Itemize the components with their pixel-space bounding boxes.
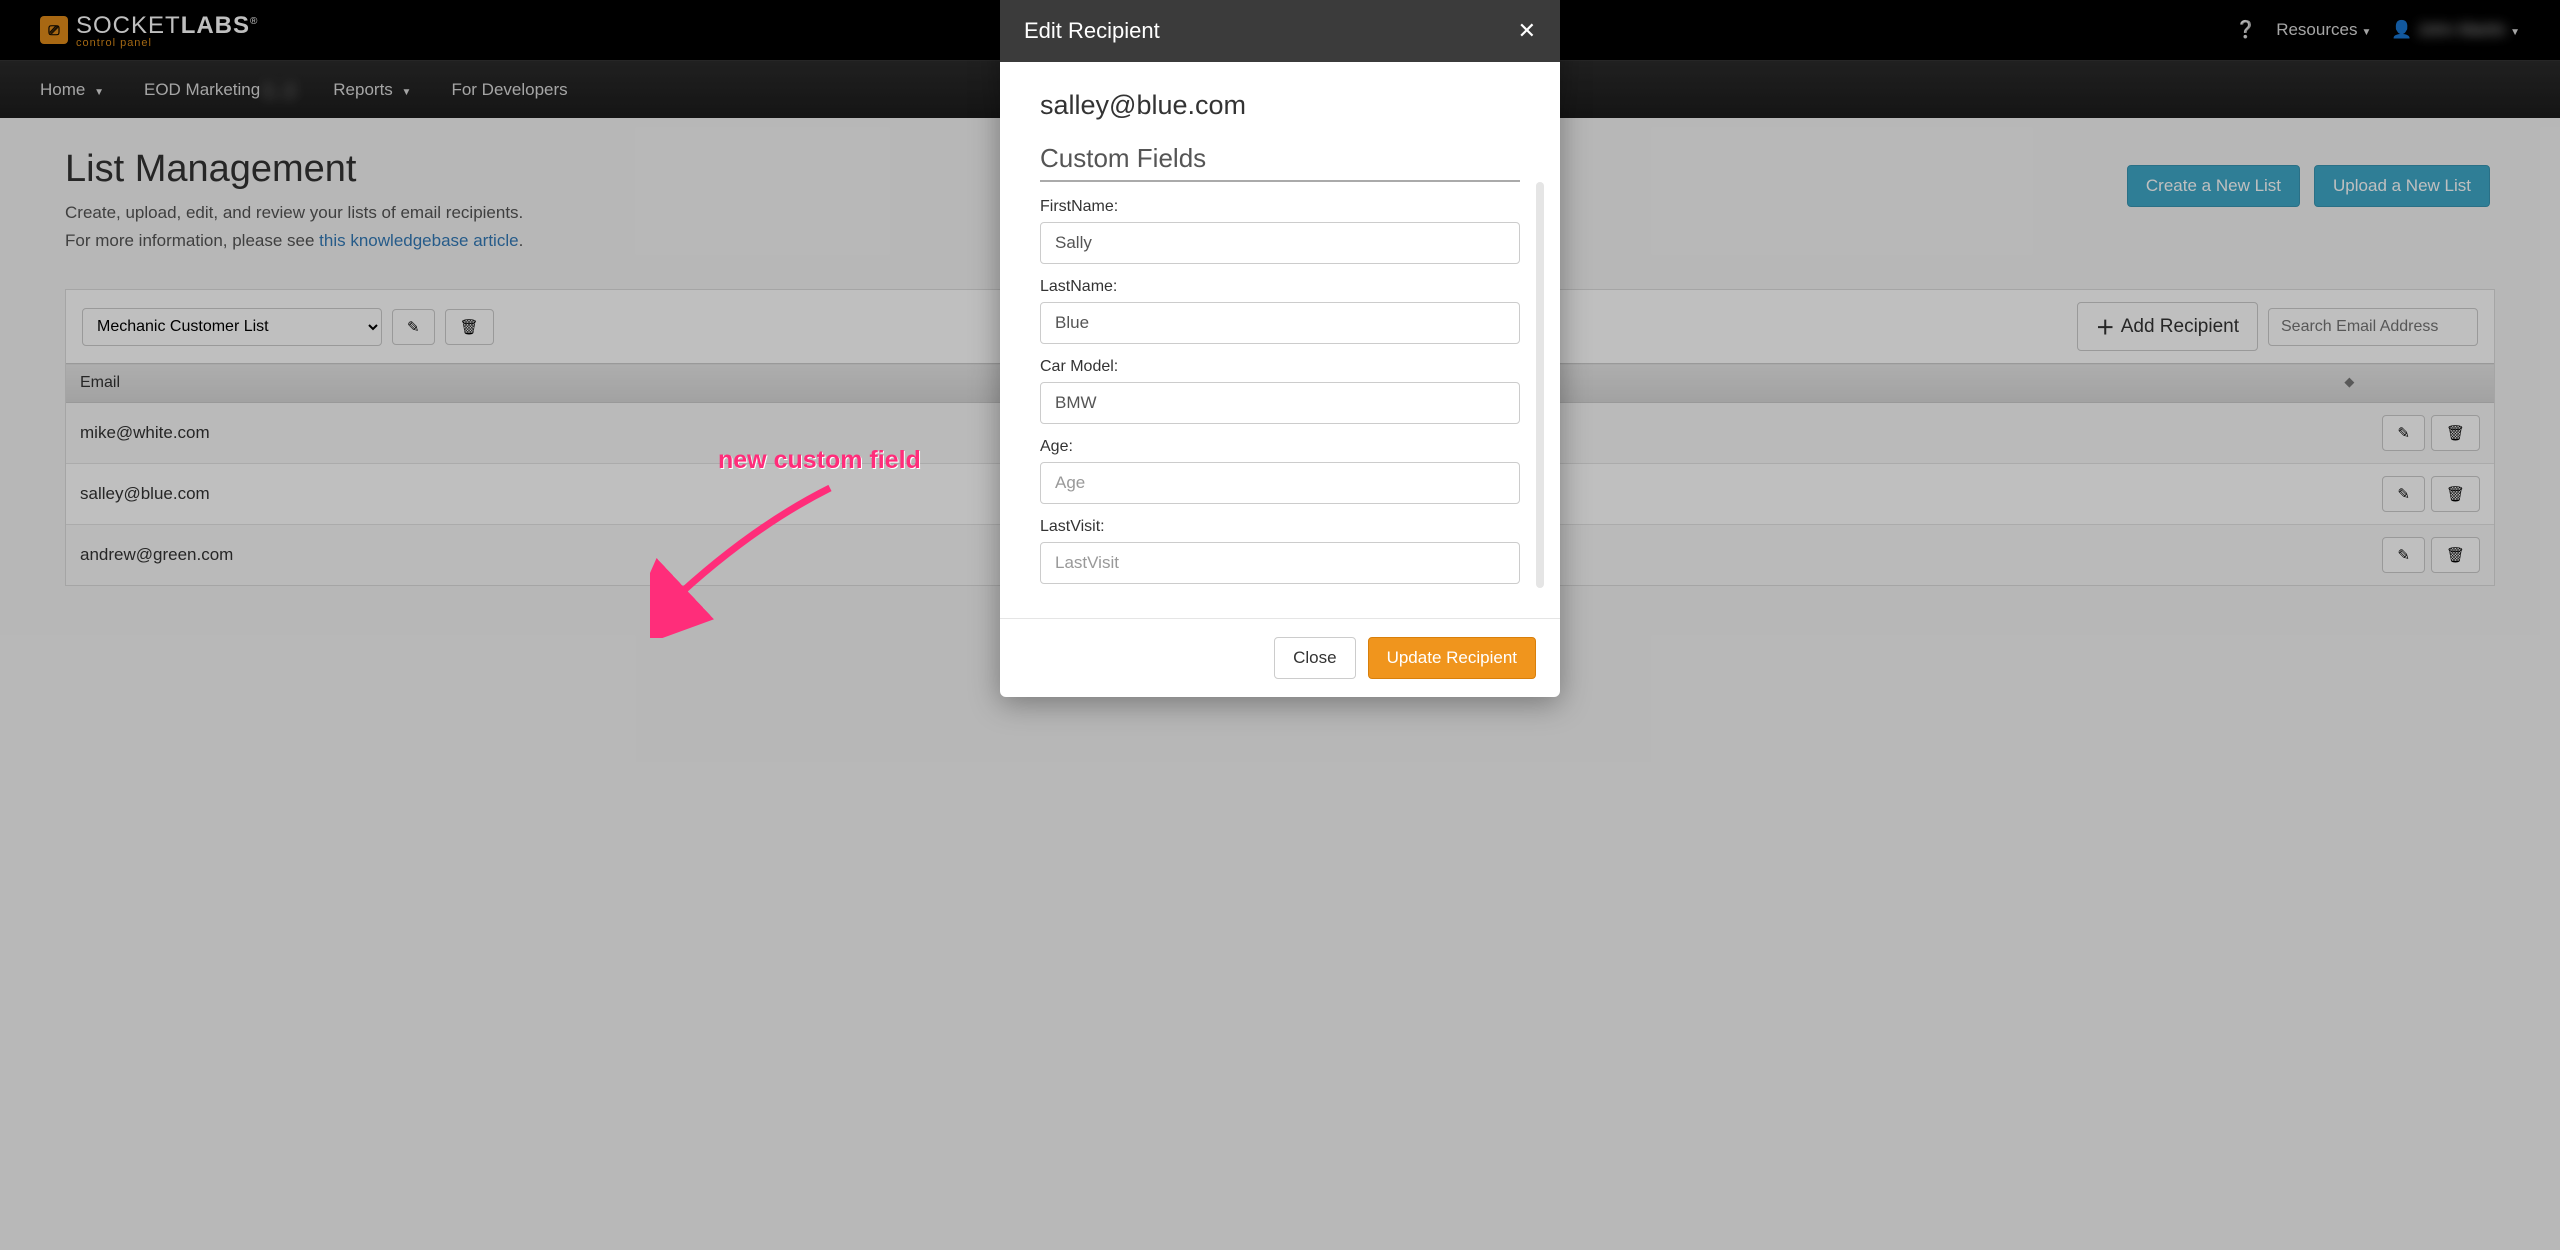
lastvisit-field[interactable]	[1040, 542, 1520, 584]
firstname-field[interactable]	[1040, 222, 1520, 264]
lastname-label: LastName:	[1040, 278, 1520, 296]
recipient-email-heading: salley@blue.com	[1040, 90, 1520, 121]
edit-recipient-modal: Edit Recipient ✕ salley@blue.com Custom …	[1000, 0, 1560, 697]
lastvisit-label: LastVisit:	[1040, 518, 1520, 536]
carmodel-label: Car Model:	[1040, 358, 1520, 376]
update-recipient-button[interactable]: Update Recipient	[1368, 637, 1536, 679]
custom-fields-heading: Custom Fields	[1040, 143, 1520, 182]
modal-header: Edit Recipient ✕	[1000, 0, 1560, 62]
modal-title: Edit Recipient	[1024, 18, 1160, 44]
modal-scrollbar[interactable]	[1536, 182, 1544, 588]
lastname-field[interactable]	[1040, 302, 1520, 344]
age-label: Age:	[1040, 438, 1520, 456]
firstname-label: FirstName:	[1040, 198, 1520, 216]
carmodel-field[interactable]	[1040, 382, 1520, 424]
close-button[interactable]: Close	[1274, 637, 1355, 679]
close-icon[interactable]: ✕	[1518, 18, 1536, 44]
age-field[interactable]	[1040, 462, 1520, 504]
